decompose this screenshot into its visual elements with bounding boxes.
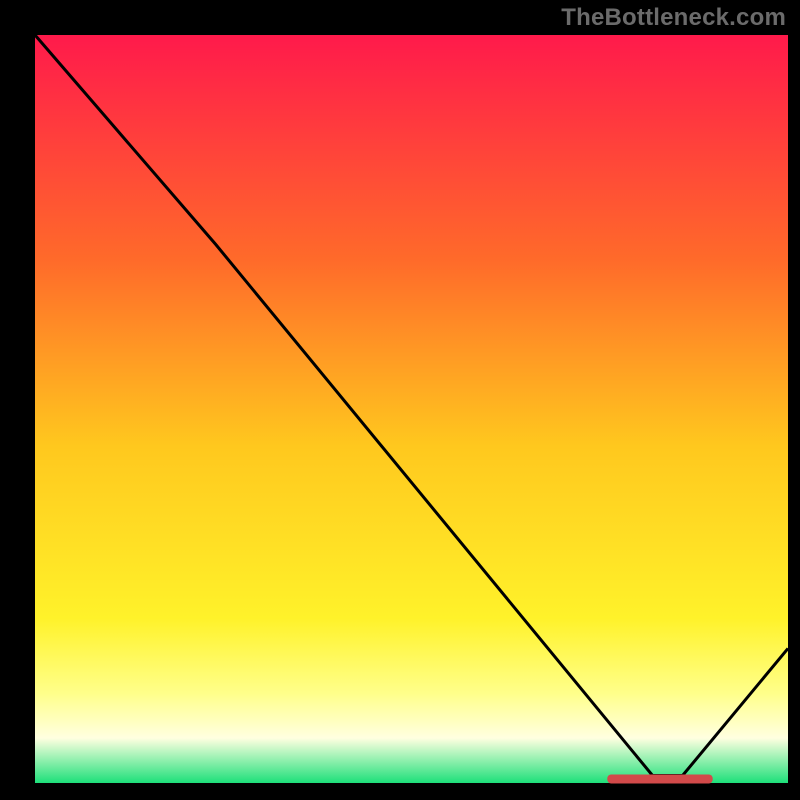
bottleneck-chart bbox=[0, 0, 800, 800]
optimal-range-marker bbox=[607, 775, 712, 784]
plot-background bbox=[35, 35, 788, 783]
chart-frame: TheBottleneck.com bbox=[0, 0, 800, 800]
